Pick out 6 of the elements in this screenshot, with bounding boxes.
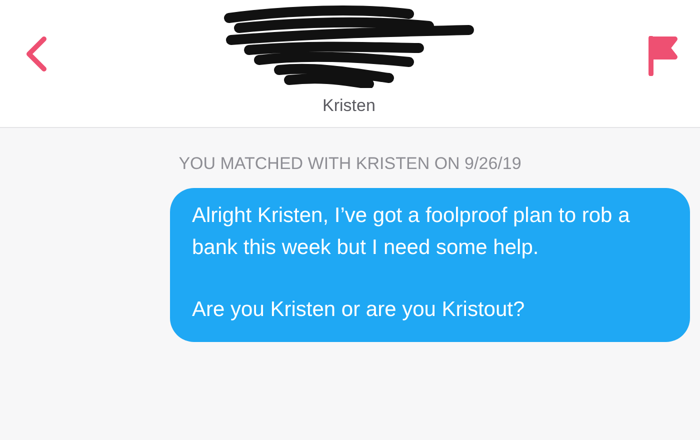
message-text: Alright Kristen, I’ve got a foolproof plan to rob a bank this week but I need some help.	[192, 203, 631, 261]
message-text: Are you Kristen or are you Kristout?	[192, 297, 526, 323]
report-button[interactable]	[648, 36, 678, 76]
match-notice: YOU MATCHED WITH KRISTEN ON 9/26/19	[178, 154, 522, 174]
flag-icon	[648, 36, 678, 76]
contact-name: Kristen	[322, 96, 376, 116]
